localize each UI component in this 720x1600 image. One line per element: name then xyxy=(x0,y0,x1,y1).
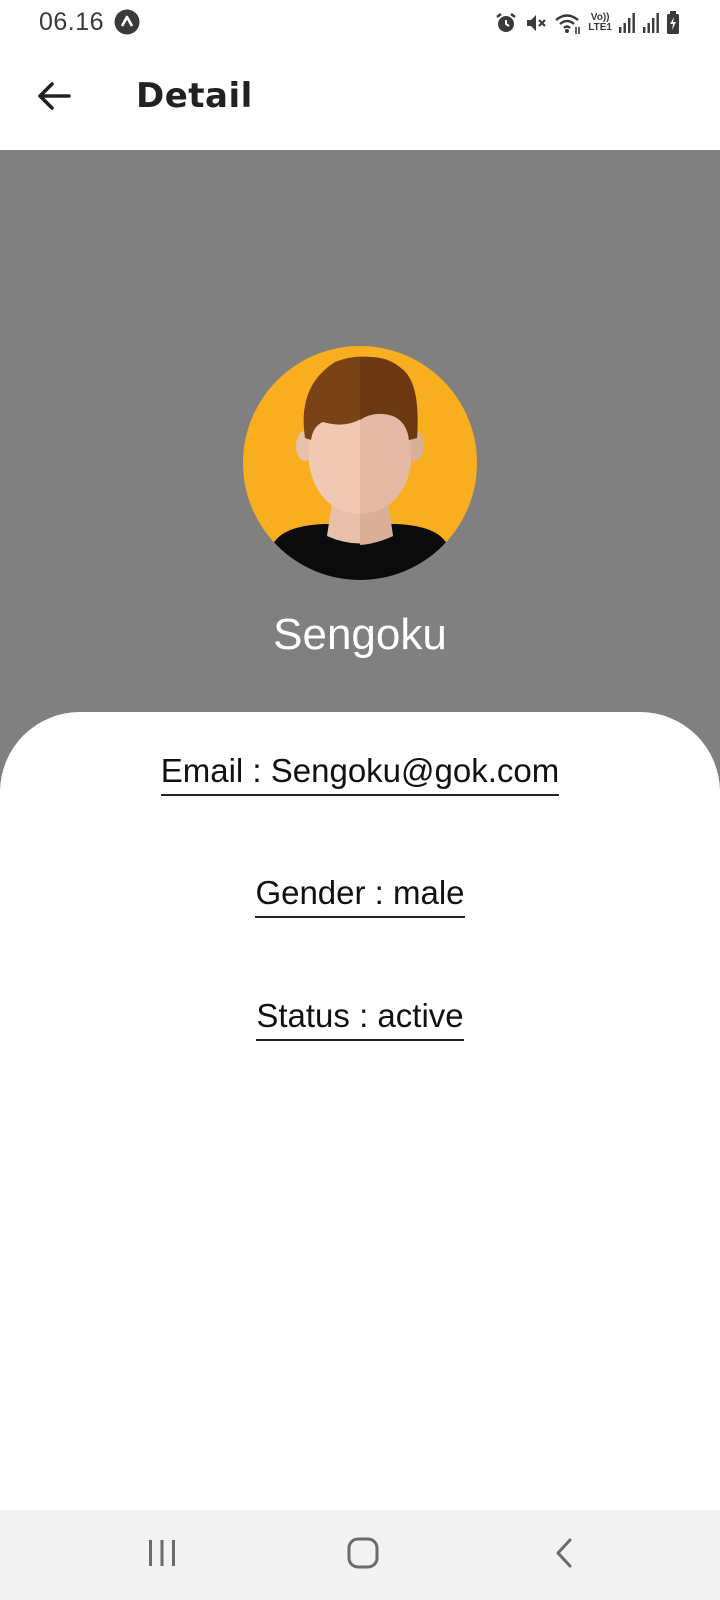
status-bar: 06.16 Vo)) LTE1 xyxy=(0,0,720,46)
wifi-icon xyxy=(554,11,582,35)
battery-charging-icon xyxy=(666,11,680,35)
home-icon xyxy=(346,1536,380,1575)
gender-text: Gender : male xyxy=(255,874,465,918)
back-chevron-icon xyxy=(552,1537,576,1574)
gender-row: Gender : male xyxy=(0,874,720,918)
navigation-bar xyxy=(0,1510,720,1600)
status-text: Status : active xyxy=(256,997,464,1041)
mute-icon xyxy=(524,11,548,35)
signal-icon xyxy=(618,12,636,34)
status-row: Status : active xyxy=(0,997,720,1041)
page-title: Detail xyxy=(136,76,253,116)
details-card: Email : Sengoku@gok.com Gender : male St… xyxy=(0,712,720,1512)
app-notification-icon xyxy=(114,9,140,35)
status-icons: Vo)) LTE1 xyxy=(494,9,680,37)
home-button[interactable] xyxy=(333,1530,393,1580)
back-nav-button[interactable] xyxy=(534,1530,594,1580)
recents-button[interactable] xyxy=(132,1530,192,1580)
arrow-left-icon xyxy=(36,80,72,117)
alarm-icon xyxy=(494,11,518,35)
screen: 06.16 Vo)) LTE1 Detail Sengoku Email: S… xyxy=(0,0,720,1600)
male-avatar-icon xyxy=(243,346,477,580)
profile-header: Sengoku xyxy=(0,150,720,790)
recents-icon xyxy=(146,1538,178,1573)
back-button[interactable] xyxy=(30,74,78,122)
avatar xyxy=(243,346,477,580)
email-text: Email : Sengoku@gok.com xyxy=(160,752,560,796)
app-bar: Detail xyxy=(0,46,720,150)
volte-icon: Vo)) LTE1 xyxy=(588,13,612,33)
profile-name: Sengoku xyxy=(273,610,447,659)
status-time: 06.16 xyxy=(39,8,105,36)
volte-label-bottom: LTE1 xyxy=(588,22,612,33)
signal-icon xyxy=(642,12,660,34)
email-row: Email : Sengoku@gok.com xyxy=(0,752,720,796)
